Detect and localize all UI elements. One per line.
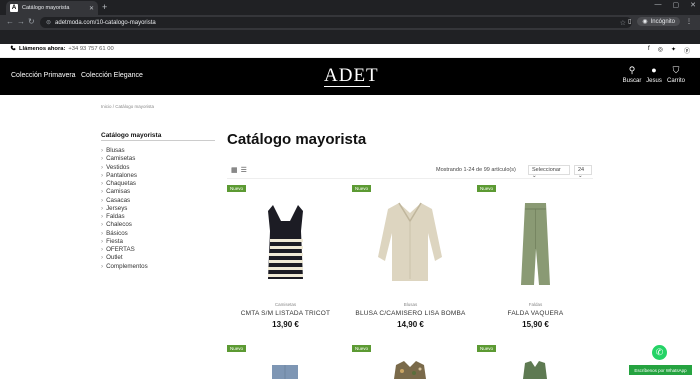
main-navigation: Colección Primavera Colección Elegance A… bbox=[0, 58, 700, 95]
product-image[interactable] bbox=[227, 191, 344, 299]
whatsapp-button[interactable]: Escríbenos por WhatsApp bbox=[629, 365, 692, 375]
incognito-badge[interactable]: ◉ Incógnito bbox=[637, 17, 680, 26]
sort-select[interactable]: Seleccionar ⌄ bbox=[528, 165, 570, 179]
grid-view-icon[interactable]: ▦ bbox=[231, 166, 238, 174]
bookmark-star-icon[interactable]: ☆ bbox=[620, 19, 626, 27]
category-item[interactable]: OFERTAS bbox=[101, 246, 148, 254]
tab-title: Catálogo mayorista bbox=[22, 5, 70, 11]
user-icon: ● bbox=[651, 65, 657, 75]
cart-icon: ⛉ bbox=[672, 65, 680, 75]
phone-number[interactable]: +34 93 757 61 00 bbox=[68, 46, 113, 52]
maximize-icon[interactable]: ▢ bbox=[673, 1, 680, 9]
per-page-select[interactable]: 24 ⌄ bbox=[574, 165, 592, 179]
sidebar-divider bbox=[101, 140, 215, 141]
list-view-icon[interactable]: ☰ bbox=[241, 166, 247, 174]
site-favicon-icon: A bbox=[10, 4, 18, 12]
page-title: Catálogo mayorista bbox=[227, 131, 367, 148]
incognito-label: Incógnito bbox=[650, 18, 675, 25]
product-card[interactable]: Nuevo Faldas FALDA VAQUERA 15,90 € bbox=[477, 185, 594, 335]
category-item[interactable]: Casacas bbox=[101, 197, 148, 205]
new-tab-icon[interactable]: + bbox=[102, 2, 107, 12]
search-label: Buscar bbox=[622, 78, 642, 84]
social-links: f ◎ ✦ ⓟ bbox=[648, 46, 690, 55]
category-item[interactable]: Outlet bbox=[101, 254, 148, 262]
incognito-icon: ◉ bbox=[642, 19, 648, 25]
side-panel-icon[interactable]: ▯ bbox=[628, 18, 631, 25]
phone-icon bbox=[10, 45, 16, 53]
category-item[interactable]: Vestidos bbox=[101, 164, 148, 172]
product-name[interactable]: CMTA S/M LISTADA TRICOT bbox=[227, 310, 344, 317]
menu-icon[interactable]: ⋮ bbox=[686, 18, 692, 25]
site-topbar: Llámenos ahora: +34 93 757 61 00 f ◎ ✦ ⓟ bbox=[0, 44, 700, 58]
category-item[interactable]: Jerseys bbox=[101, 205, 148, 213]
nav-link-elegance[interactable]: Colección Elegance bbox=[81, 72, 143, 79]
nav-link-primavera[interactable]: Colección Primavera bbox=[11, 72, 76, 79]
instagram-icon[interactable]: ◎ bbox=[658, 46, 663, 55]
browser-tab[interactable]: A Catálogo mayorista ✕ bbox=[6, 1, 98, 15]
product-card[interactable]: Nuevo bbox=[477, 345, 594, 379]
search-icon: ⚲ bbox=[628, 65, 636, 75]
pinterest-icon[interactable]: ⓟ bbox=[684, 46, 690, 55]
product-card[interactable]: Nuevo bbox=[227, 345, 344, 379]
view-toggle: ▦ ☰ bbox=[231, 166, 247, 174]
forward-icon[interactable]: → bbox=[17, 17, 25, 27]
close-window-icon[interactable]: ✕ bbox=[690, 1, 696, 9]
product-price: 14,90 € bbox=[397, 320, 424, 329]
product-image[interactable] bbox=[227, 351, 344, 379]
category-item[interactable]: Chalecos bbox=[101, 221, 148, 229]
category-item[interactable]: Pantalones bbox=[101, 172, 148, 180]
product-category: Blusas bbox=[403, 302, 418, 307]
product-image[interactable] bbox=[352, 351, 469, 379]
product-price: 15,90 € bbox=[522, 320, 549, 329]
category-item[interactable]: Fiesta bbox=[101, 238, 148, 246]
cart-button[interactable]: ⛉ Carrito bbox=[665, 65, 687, 84]
toolbar-divider bbox=[227, 178, 593, 179]
category-item[interactable]: Faldas bbox=[101, 213, 148, 221]
category-item[interactable]: Chaquetas bbox=[101, 180, 148, 188]
product-image[interactable] bbox=[477, 191, 594, 299]
phone-contact: Llámenos ahora: +34 93 757 61 00 bbox=[10, 45, 114, 53]
browser-strip bbox=[0, 30, 700, 44]
product-card[interactable]: Nuevo Blusas BLUSA C/CAMISERO LISA BOMBA… bbox=[352, 185, 469, 335]
cart-label: Carrito bbox=[666, 78, 685, 84]
product-name[interactable]: BLUSA C/CAMISERO LISA BOMBA bbox=[352, 310, 469, 317]
product-price: 13,90 € bbox=[272, 320, 299, 329]
whatsapp-icon[interactable]: ✆ bbox=[652, 345, 667, 360]
category-item[interactable]: Básicos bbox=[101, 230, 148, 238]
category-item[interactable]: Blusas bbox=[101, 147, 148, 155]
product-card[interactable]: Nuevo Camisetas CMTA S/M LISTADA TRICOT … bbox=[227, 185, 344, 335]
product-card[interactable]: Nuevo bbox=[352, 345, 469, 379]
product-category: Camisetas bbox=[274, 302, 297, 307]
window-controls: — ▢ ✕ bbox=[655, 1, 697, 9]
browser-toolbar: ← → ↻ ⊜ adetmoda.com/10-catalogo-mayoris… bbox=[0, 15, 700, 30]
tab-close-icon[interactable]: ✕ bbox=[89, 5, 94, 12]
product-category: Faldas bbox=[528, 302, 543, 307]
category-item[interactable]: Camisetas bbox=[101, 155, 148, 163]
back-icon[interactable]: ← bbox=[6, 17, 14, 27]
browser-tab-bar: A Catálogo mayorista ✕ + — ▢ ✕ bbox=[0, 0, 700, 15]
minimize-icon[interactable]: — bbox=[655, 1, 662, 9]
breadcrumb[interactable]: Inicio / Catálogo mayorista bbox=[101, 104, 154, 109]
results-count: Mostrando 1-24 de 99 artículo(s) bbox=[436, 167, 516, 173]
browser-profile-area: ▯ ◉ Incógnito ⋮ bbox=[628, 17, 692, 26]
search-button[interactable]: ⚲ Buscar bbox=[621, 65, 643, 84]
reload-icon[interactable]: ↻ bbox=[28, 17, 35, 27]
category-item[interactable]: Complementos bbox=[101, 263, 148, 271]
logo-underline bbox=[324, 86, 370, 87]
account-button[interactable]: ● Jesus bbox=[643, 65, 665, 84]
product-image[interactable] bbox=[352, 191, 469, 299]
site-info-icon[interactable]: ⊜ bbox=[46, 19, 51, 26]
site-logo[interactable]: ADET bbox=[324, 65, 378, 87]
url-text: adetmoda.com/10-catalogo-mayorista bbox=[55, 19, 156, 26]
sidebar-title: Catálogo mayorista bbox=[101, 132, 162, 139]
address-bar[interactable]: ⊜ adetmoda.com/10-catalogo-mayorista ☆ bbox=[40, 17, 632, 28]
phone-label: Llámenos ahora: bbox=[19, 46, 66, 52]
twitter-icon[interactable]: ✦ bbox=[671, 46, 676, 55]
category-item[interactable]: Camisas bbox=[101, 188, 148, 196]
facebook-icon[interactable]: f bbox=[648, 46, 650, 55]
product-image[interactable] bbox=[477, 351, 594, 379]
account-label: Jesus bbox=[646, 78, 662, 84]
category-list: Blusas Camisetas Vestidos Pantalones Cha… bbox=[101, 147, 148, 271]
product-name[interactable]: FALDA VAQUERA bbox=[477, 310, 594, 317]
